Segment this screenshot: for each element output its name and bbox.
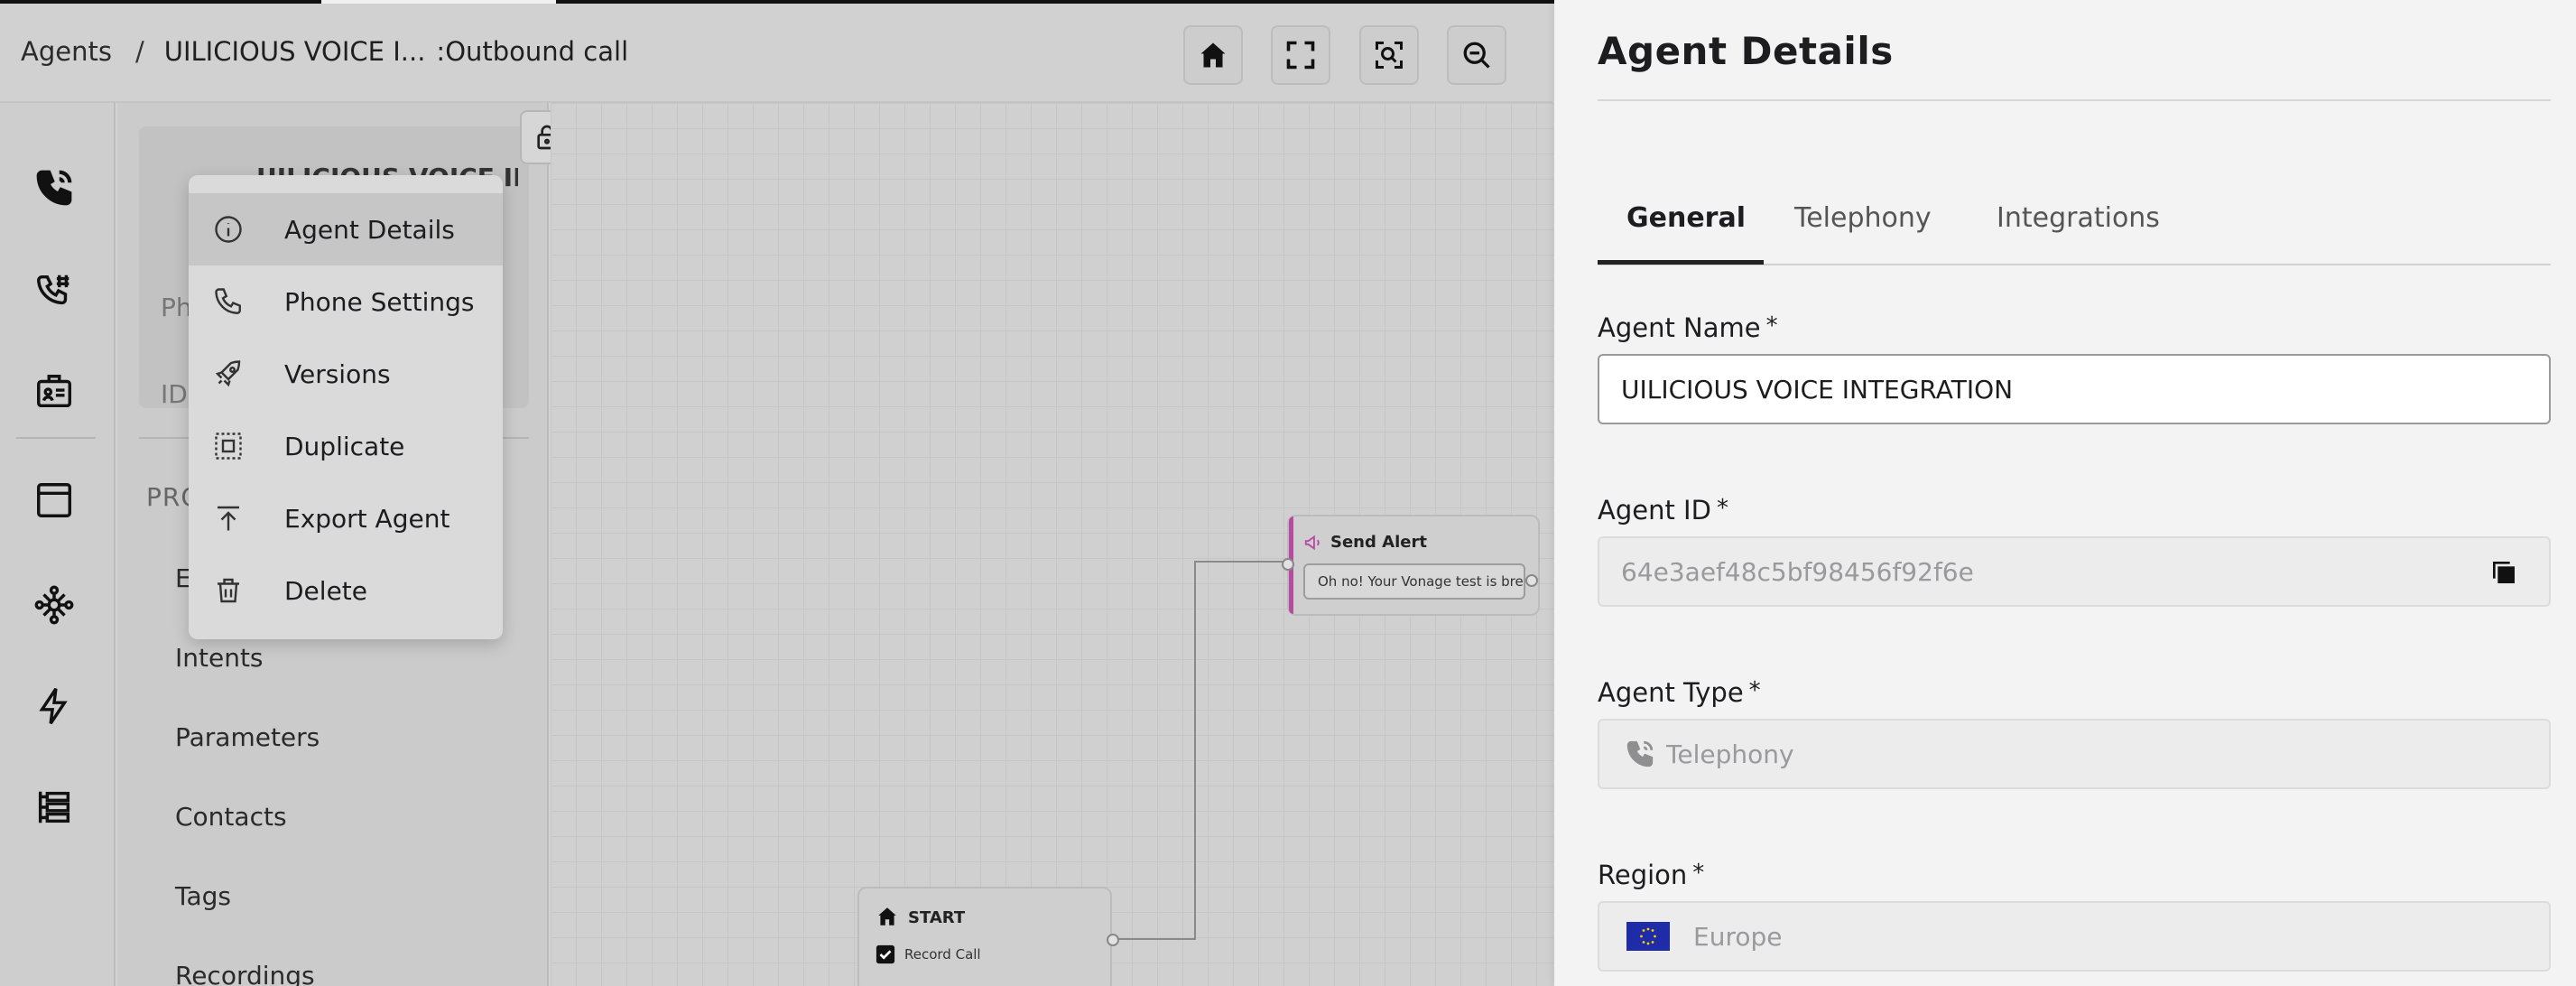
start-node-output-port[interactable] bbox=[1107, 934, 1119, 946]
active-tab-indicator bbox=[1598, 260, 1764, 265]
home-button[interactable] bbox=[1183, 25, 1243, 85]
panel-nav-contacts[interactable]: Contacts bbox=[175, 802, 287, 832]
breadcrumb-separator: / bbox=[134, 36, 144, 67]
flow-canvas[interactable]: Send Alert Oh no! Your Vonage test is br… bbox=[551, 103, 1554, 986]
agent-type-field: Telephony bbox=[1598, 719, 2551, 789]
phone-hash-icon bbox=[37, 274, 69, 305]
send-alert-input-port[interactable] bbox=[1282, 558, 1294, 571]
phone-call-icon bbox=[36, 170, 72, 206]
agent-type-value: Telephony bbox=[1666, 739, 1794, 769]
rail-contacts-button[interactable] bbox=[32, 370, 76, 414]
agent-options-menu: Agent Details Phone Settings Versions Du… bbox=[189, 175, 503, 639]
agent-id-label: Agent ID * bbox=[1598, 495, 1728, 526]
breadcrumb-agents-link[interactable]: Agents bbox=[21, 36, 112, 67]
agent-card-phone-label: Ph bbox=[161, 293, 192, 322]
menu-item-phone-settings[interactable]: Phone Settings bbox=[189, 265, 503, 338]
rail-calls-button[interactable] bbox=[32, 166, 76, 209]
tab-general[interactable]: General bbox=[1626, 202, 1746, 234]
tree-icon bbox=[38, 791, 70, 823]
copy-icon[interactable] bbox=[2489, 558, 2518, 587]
rocket-icon bbox=[215, 360, 241, 387]
send-alert-title: Send Alert bbox=[1330, 533, 1427, 552]
zoom-out-button[interactable] bbox=[1447, 25, 1506, 85]
megaphone-icon bbox=[1304, 535, 1320, 551]
region-field: Europe bbox=[1598, 901, 2551, 972]
zoom-fit-button[interactable] bbox=[1359, 25, 1419, 85]
region-label: Region * bbox=[1598, 860, 1705, 890]
menu-item-versions[interactable]: Versions bbox=[189, 338, 503, 410]
rail-automations-button[interactable] bbox=[32, 684, 76, 728]
rail-divider bbox=[16, 437, 96, 439]
menu-item-label: Versions bbox=[284, 358, 391, 389]
menu-item-export-agent[interactable]: Export Agent bbox=[189, 482, 503, 554]
id-card-icon bbox=[37, 375, 71, 408]
menu-item-label: Phone Settings bbox=[284, 286, 475, 317]
drawer-tabs: General Telephony Integrations bbox=[1598, 181, 2551, 265]
lightning-icon bbox=[39, 687, 68, 725]
phone-icon bbox=[215, 288, 241, 314]
export-icon bbox=[218, 506, 239, 531]
flow-header: Agents / UILICIOUS VOICE I... :Outbound … bbox=[0, 4, 1552, 103]
agent-type-label: Agent Type * bbox=[1598, 677, 1761, 708]
panel-nav-recordings[interactable]: Recordings bbox=[175, 961, 315, 986]
start-node[interactable]: START Record Call bbox=[857, 887, 1119, 986]
panel-nav-tags[interactable]: Tags bbox=[175, 881, 231, 911]
duplicate-icon bbox=[215, 433, 242, 460]
drawer-title-divider bbox=[1598, 99, 2551, 101]
agent-name-label: Agent Name * bbox=[1598, 312, 1778, 343]
phone-call-icon bbox=[1626, 740, 1654, 767]
rail-tree-button[interactable] bbox=[32, 786, 76, 829]
start-node-title: START bbox=[908, 908, 966, 927]
fullscreen-button[interactable] bbox=[1271, 25, 1330, 85]
menu-item-label: Duplicate bbox=[284, 431, 405, 461]
zoom-out-icon bbox=[1463, 42, 1490, 69]
checkbox-checked-icon[interactable] bbox=[876, 944, 895, 964]
menu-item-agent-details[interactable]: Agent Details bbox=[189, 193, 503, 265]
agent-name-input[interactable]: UILICIOUS VOICE INTEGRATION bbox=[1598, 354, 2551, 424]
menu-item-delete[interactable]: Delete bbox=[189, 554, 503, 627]
left-rail bbox=[0, 103, 116, 986]
send-alert-message[interactable]: Oh no! Your Vonage test is brea... bbox=[1303, 563, 1525, 600]
window-icon bbox=[37, 483, 71, 517]
zoom-fit-icon bbox=[1376, 42, 1403, 69]
agent-id-value: 64e3aef48c5bf98456f92f6e bbox=[1621, 556, 1974, 587]
region-value: Europe bbox=[1693, 921, 1783, 952]
menu-item-label: Export Agent bbox=[284, 503, 450, 534]
rail-numbers-button[interactable] bbox=[32, 269, 76, 312]
tab-integrations[interactable]: Integrations bbox=[1997, 202, 2160, 234]
drawer-title: Agent Details bbox=[1598, 29, 1894, 73]
rail-integrations-button[interactable] bbox=[32, 583, 76, 627]
menu-item-label: Delete bbox=[284, 575, 367, 606]
panel-nav-parameters[interactable]: Parameters bbox=[175, 722, 320, 752]
breadcrumb-agent-name[interactable]: UILICIOUS VOICE I... bbox=[164, 36, 426, 67]
home-icon bbox=[1200, 42, 1226, 68]
eu-flag-icon bbox=[1626, 922, 1670, 951]
start-node-action: Record Call bbox=[904, 946, 981, 963]
send-alert-node[interactable]: Send Alert Oh no! Your Vonage test is br… bbox=[1282, 515, 1540, 616]
tab-telephony[interactable]: Telephony bbox=[1794, 202, 1932, 234]
network-icon bbox=[34, 585, 74, 625]
send-alert-output-port[interactable] bbox=[1525, 574, 1538, 587]
breadcrumb: Agents / UILICIOUS VOICE I... :Outbound … bbox=[21, 36, 628, 67]
fullscreen-icon bbox=[1286, 41, 1315, 70]
agent-id-field: 64e3aef48c5bf98456f92f6e bbox=[1598, 536, 2551, 607]
breadcrumb-flow-name: :Outbound call bbox=[436, 36, 629, 67]
info-icon bbox=[215, 216, 242, 243]
menu-item-duplicate[interactable]: Duplicate bbox=[189, 410, 503, 482]
panel-nav-intents[interactable]: Intents bbox=[175, 643, 264, 673]
home-icon bbox=[878, 907, 896, 926]
trash-icon bbox=[218, 578, 239, 603]
rail-flows-button[interactable] bbox=[32, 479, 76, 522]
menu-item-label: Agent Details bbox=[284, 214, 455, 245]
agent-details-drawer: Agent Details General Telephony Integrat… bbox=[1554, 0, 2576, 986]
